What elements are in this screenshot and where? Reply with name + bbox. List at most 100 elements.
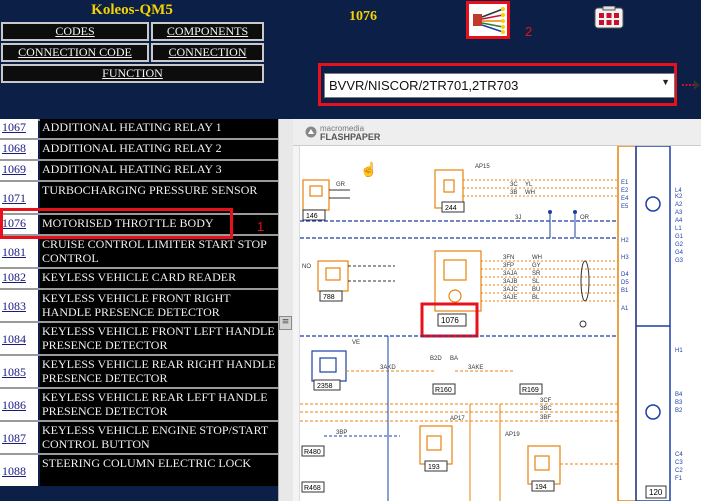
- list-item[interactable]: 1084 KEYLESS VEHICLE FRONT LEFT HANDLE P…: [0, 323, 278, 354]
- wire-label: 3AJA: [503, 271, 517, 277]
- hand-cursor-icon: ☝: [360, 160, 377, 178]
- list-item[interactable]: 1081 CRUISE CONTROL LIMITER START STOP C…: [0, 236, 278, 267]
- component-list: 1067 ADDITIONAL HEATING RELAY 1 1068 ADD…: [0, 119, 278, 501]
- wire-color: BU: [532, 287, 540, 293]
- pin-label: E5: [621, 204, 629, 210]
- diagram-box-label: 2358: [317, 383, 333, 390]
- pin-label: G1: [675, 234, 684, 240]
- pin-label: G2: [675, 242, 684, 248]
- pin-label: L1: [675, 226, 682, 232]
- component-label: KEYLESS VEHICLE CARD READER: [40, 269, 278, 288]
- list-item[interactable]: 1082 KEYLESS VEHICLE CARD READER: [0, 269, 278, 288]
- component-code-link[interactable]: 1086: [0, 389, 38, 420]
- connector-label: B2D: [430, 356, 442, 362]
- list-item[interactable]: 1088 STEERING COLUMN ELECTRIC LOCK: [0, 455, 278, 486]
- diagram-box-label: 1076: [441, 316, 459, 325]
- component-code-link[interactable]: 1088: [0, 455, 38, 486]
- wire-color: WH: [532, 255, 542, 261]
- list-item[interactable]: 1067 ADDITIONAL HEATING RELAY 1: [0, 119, 278, 138]
- connection-select[interactable]: BVVR/NISCOR/2TR701,2TR703 ▼: [324, 73, 675, 98]
- wire-color: OR: [580, 215, 590, 221]
- component-code-link[interactable]: 1084: [0, 323, 38, 354]
- component-code-link[interactable]: 1069: [0, 161, 38, 180]
- pin-label: C3: [675, 460, 683, 466]
- list-item[interactable]: 1087 KEYLESS VEHICLE ENGINE STOP/START C…: [0, 422, 278, 453]
- wire-color: BL: [532, 295, 540, 301]
- diagram-box-label: 193: [428, 464, 440, 471]
- list-item[interactable]: 1069 ADDITIONAL HEATING RELAY 3: [0, 161, 278, 180]
- pin-label: G3: [675, 258, 684, 264]
- wire-label: 3BF: [540, 415, 551, 421]
- pin-label: A2: [675, 202, 683, 208]
- list-item[interactable]: 1085 KEYLESS VEHICLE REAR RIGHT HANDLE P…: [0, 356, 278, 387]
- components-button[interactable]: COMPONENTS: [151, 22, 264, 41]
- wiring-diagram-icon[interactable]: [466, 1, 510, 39]
- function-button[interactable]: FUNCTION: [1, 64, 264, 83]
- pin-label: A1: [621, 306, 629, 312]
- component-code-link[interactable]: 1083: [0, 290, 38, 321]
- document-side-rail[interactable]: [293, 146, 300, 501]
- component-label: KEYLESS VEHICLE REAR RIGHT HANDLE PRESEN…: [40, 356, 278, 387]
- wire-label: 3B: [510, 190, 517, 196]
- wire-label: 3FP: [503, 263, 514, 269]
- list-scrollbar[interactable]: [278, 119, 293, 501]
- wire-label: 3AKE: [468, 365, 483, 371]
- pin-label: D4: [621, 272, 629, 278]
- wire-label: 3CF: [540, 398, 552, 404]
- connection-button[interactable]: CONNECTION: [151, 43, 264, 62]
- component-label: ADDITIONAL HEATING RELAY 1: [40, 119, 278, 138]
- connector-icon[interactable]: [594, 5, 624, 30]
- component-label: KEYLESS VEHICLE ENGINE STOP/START CONTRO…: [40, 422, 278, 453]
- model-title: Koleos-QM5: [91, 2, 173, 18]
- component-code-link[interactable]: 1068: [0, 140, 38, 159]
- diagram-box-label: 788: [323, 294, 335, 301]
- pin-label: A3: [675, 210, 683, 216]
- wire-color: SR: [532, 271, 541, 277]
- annotation-2: 2: [525, 24, 533, 39]
- codes-button[interactable]: CODES: [1, 22, 149, 41]
- selected-component-number: 1076: [349, 9, 377, 24]
- component-code-link[interactable]: 1087: [0, 422, 38, 453]
- list-item[interactable]: 1068 ADDITIONAL HEATING RELAY 2: [0, 140, 278, 159]
- flashpaper-logo: macromedia FLASHPAPER: [305, 124, 380, 142]
- diagram-box-label: R160: [435, 387, 452, 394]
- pin-label: H2: [621, 238, 629, 244]
- list-item[interactable]: 1086 KEYLESS VEHICLE REAR LEFT HANDLE PR…: [0, 389, 278, 420]
- diagram-box-label: 120: [649, 488, 663, 497]
- component-code-link[interactable]: 1082: [0, 269, 38, 288]
- wire-label: 3FN: [503, 255, 514, 261]
- diagram-box-label: R480: [304, 449, 321, 456]
- pin-label: G4: [675, 250, 684, 256]
- flashpaper-product: FLASHPAPER: [320, 132, 381, 142]
- wire-label: AP17: [450, 416, 465, 422]
- component-label: KEYLESS VEHICLE FRONT LEFT HANDLE PRESEN…: [40, 323, 278, 354]
- wiring-diagram[interactable]: 120 E1 E2 E4 E5 H2 H3 D4 D5 B1 A1 A2 A3 …: [300, 146, 701, 501]
- pin-label: E2: [621, 188, 629, 194]
- go-arrow-icon[interactable]: [681, 78, 701, 92]
- component-code-link[interactable]: 1085: [0, 356, 38, 387]
- chevron-down-icon[interactable]: ▼: [661, 77, 670, 87]
- wire-color: VE: [352, 340, 360, 346]
- wire-label: AP15: [475, 164, 490, 170]
- pin-label: B3: [675, 400, 683, 406]
- pin-label: A4: [675, 218, 683, 224]
- connector-label: GR: [336, 182, 346, 188]
- component-label: ADDITIONAL HEATING RELAY 2: [40, 140, 278, 159]
- scrollbar-grip[interactable]: ≡: [279, 316, 292, 330]
- pin-label: B4: [675, 392, 683, 398]
- pin-label: C4: [675, 452, 683, 458]
- connection-select-value: BVVR/NISCOR/2TR701,2TR703: [329, 78, 519, 93]
- connection-code-button[interactable]: CONNECTION CODE: [1, 43, 149, 62]
- wire-label: 3BP: [336, 430, 347, 436]
- wire-label: 3J: [515, 215, 521, 221]
- wire-color: GY: [532, 263, 541, 269]
- component-code-link[interactable]: 1067: [0, 119, 38, 138]
- wire-label: 3C: [510, 182, 518, 188]
- list-item[interactable]: 1083 KEYLESS VEHICLE FRONT RIGHT HANDLE …: [0, 290, 278, 321]
- connector-label: BA: [450, 356, 458, 362]
- component-code-link[interactable]: 1081: [0, 236, 38, 267]
- pin-label: H1: [675, 348, 683, 354]
- pin-label: B2: [675, 408, 683, 414]
- component-label: ADDITIONAL HEATING RELAY 3: [40, 161, 278, 180]
- wire-color: YL: [525, 182, 533, 188]
